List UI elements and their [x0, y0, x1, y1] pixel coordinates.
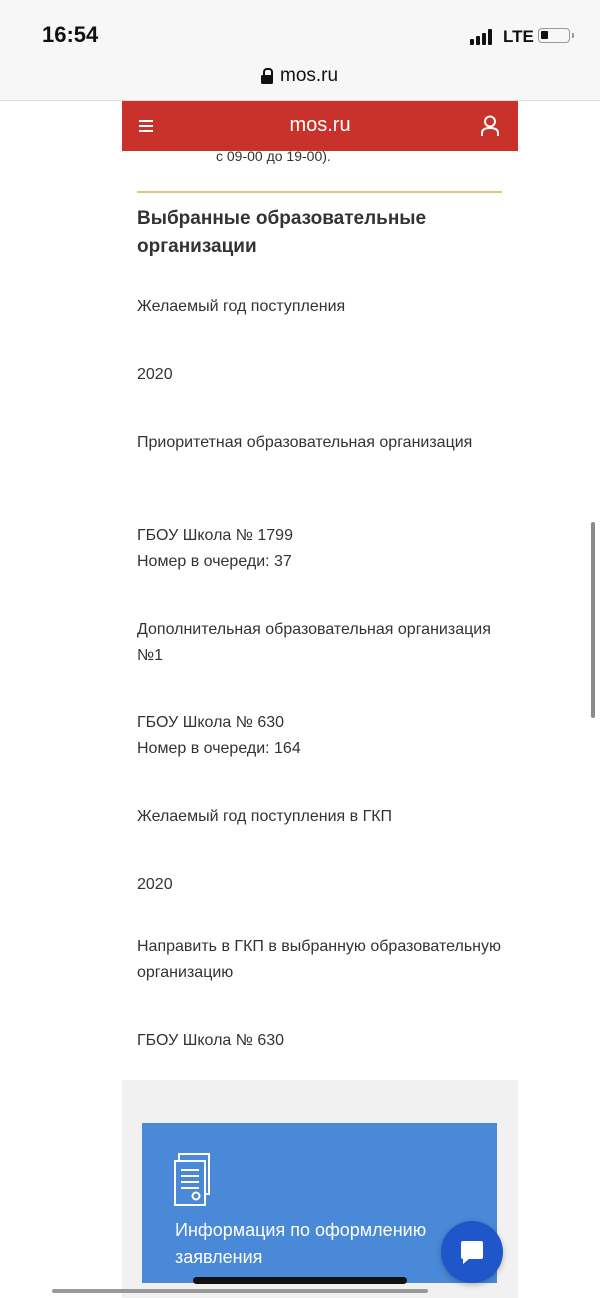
- home-indicator: [193, 1277, 407, 1284]
- field-value-gkp-year: 2020: [137, 876, 173, 893]
- field-label-gkp-year: Желаемый год поступления в ГКП: [137, 808, 393, 825]
- user-profile-icon[interactable]: [480, 115, 500, 137]
- browser-url-bar[interactable]: mos.ru: [0, 60, 600, 101]
- lock-icon: [261, 68, 273, 84]
- field-label-admission-year: Желаемый год поступления: [137, 298, 346, 315]
- browser-bottom-bar: [52, 1289, 428, 1293]
- site-logo-title[interactable]: mos.ru: [122, 114, 518, 137]
- field-label-additional-org: Дополнительная образовательная организац…: [137, 621, 491, 664]
- application-info-label: Информация по оформлению заявления: [175, 1220, 427, 1267]
- field-label-priority-org: Приоритетная образовательная организация: [137, 434, 473, 451]
- status-bar: 16:54 LTE: [0, 0, 600, 60]
- section-title: Выбранные образовательные организации: [137, 208, 427, 257]
- working-hours-text: с 09-00 до 19-00).: [216, 148, 331, 164]
- school-name: ГБОУ Школа № 1799: [137, 527, 293, 544]
- document-icon: [174, 1153, 210, 1206]
- network-type: LTE: [503, 27, 534, 46]
- url-text[interactable]: mos.ru: [280, 65, 338, 87]
- queue-number: Номер в очереди: 37: [137, 553, 292, 570]
- field-value-gkp-org: ГБОУ Школа № 630: [137, 1032, 285, 1049]
- signal-icon: [470, 29, 496, 45]
- field-label-gkp-org: Направить в ГКП в выбранную образователь…: [137, 938, 501, 981]
- school-name: ГБОУ Школа № 630: [137, 714, 285, 731]
- site-header: mos.ru: [122, 101, 518, 151]
- section-divider: [137, 191, 502, 193]
- field-value-admission-year: 2020: [137, 366, 173, 383]
- chat-button[interactable]: [441, 1221, 503, 1283]
- chat-icon: [461, 1241, 483, 1264]
- page-scrollbar[interactable]: [591, 522, 595, 718]
- status-time: 16:54: [42, 22, 99, 47]
- battery-icon: [538, 28, 574, 43]
- field-value-priority-org: ГБОУ Школа № 1799 Номер в очереди: 37: [137, 523, 502, 575]
- field-value-additional-org: ГБОУ Школа № 630 Номер в очереди: 164: [137, 710, 502, 762]
- queue-number: Номер в очереди: 164: [137, 740, 301, 757]
